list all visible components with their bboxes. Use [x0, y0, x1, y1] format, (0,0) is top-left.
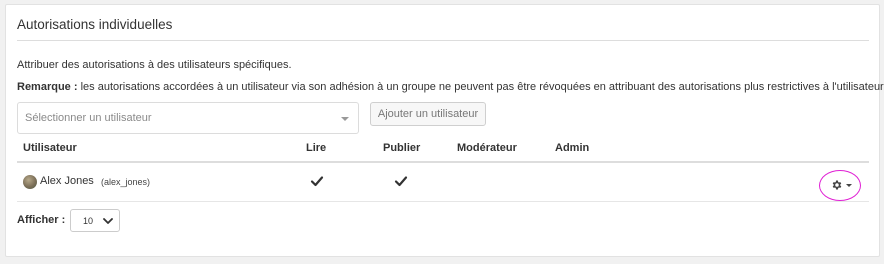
column-header-user: Utilisateur: [23, 142, 77, 154]
column-header-read: Lire: [306, 142, 327, 154]
gear-icon: [832, 180, 842, 190]
caret-down-icon: [341, 117, 349, 121]
publish-check-icon: [394, 176, 408, 187]
panel-title: Autorisations individuelles: [17, 17, 173, 32]
individual-permissions-panel: Autorisations individuelles Attribuer de…: [5, 4, 884, 257]
user-select-placeholder: Sélectionner un utilisateur: [25, 112, 152, 124]
gear-caret-icon: [846, 184, 852, 187]
user-login: (alex_jones): [101, 177, 151, 187]
read-check-icon: [310, 176, 324, 187]
note-body: les autorisations accordées à un utilisa…: [77, 81, 884, 93]
page-size-label: Afficher :: [17, 214, 66, 226]
note-text: Remarque : les autorisations accordées à…: [17, 81, 884, 93]
user-avatar: [23, 175, 37, 189]
chevron-down-icon: [103, 218, 113, 224]
intro-text: Attribuer des autorisations à des utilis…: [17, 59, 292, 71]
row-actions-button[interactable]: [819, 170, 861, 201]
user-name: Alex Jones: [40, 175, 94, 187]
column-header-admin: Admin: [555, 142, 590, 154]
page-size-select[interactable]: 10: [70, 209, 120, 232]
user-select[interactable]: Sélectionner un utilisateur: [17, 102, 359, 134]
page-size-value: 10: [83, 216, 94, 226]
title-divider: [17, 40, 869, 41]
column-header-publish: Publier: [383, 142, 421, 154]
table-row: Alex Jones (alex_jones): [17, 163, 869, 202]
add-user-button[interactable]: Ajouter un utilisateur: [370, 102, 486, 126]
note-label: Remarque :: [17, 81, 78, 93]
column-header-moderator: Modérateur: [457, 142, 517, 154]
